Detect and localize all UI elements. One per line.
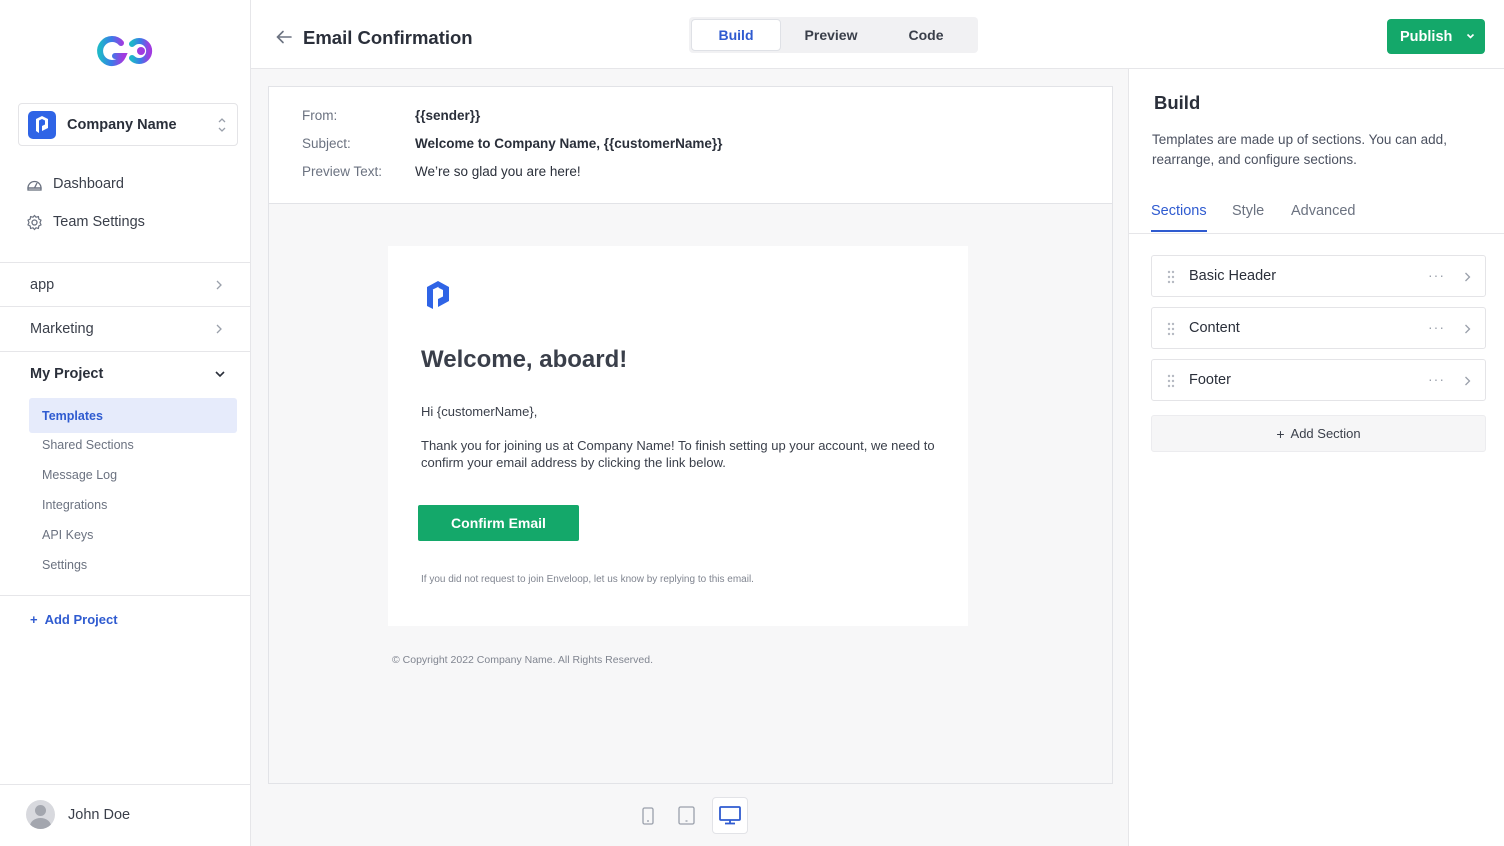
tab-advanced[interactable]: Advanced [1291,203,1356,230]
nav-dashboard[interactable]: Dashboard [26,172,145,196]
email-paragraph: Thank you for joining us at Company Name… [421,438,935,470]
preview-text-label: Preview Text: [302,164,383,179]
from-value: {{sender}} [415,108,481,123]
user-menu[interactable]: John Doe [26,800,130,829]
nav-dashboard-label: Dashboard [53,176,124,192]
drag-handle-icon[interactable] [1167,322,1175,336]
drag-handle-icon[interactable] [1167,270,1175,284]
tab-build[interactable]: Build [691,19,781,51]
gear-icon [27,214,42,230]
company-logo-icon [28,110,56,139]
updown-chevron-icon [218,118,226,132]
preview-text-row[interactable]: Preview Text: We’re so glad you are here… [302,164,581,179]
plus-icon: + [30,612,38,627]
plus-icon: + [1276,425,1285,442]
nav-message-log[interactable]: Message Log [29,460,237,490]
add-project-label: Add Project [44,612,118,627]
app-logo[interactable] [94,34,158,68]
email-note: If you did not request to join Enveloop,… [421,574,754,585]
chevron-down-icon [215,371,225,378]
confirm-email-button[interactable]: Confirm Email [418,505,579,541]
chevron-right-icon[interactable] [1464,375,1471,387]
add-project-button[interactable]: + Add Project [30,612,118,627]
user-name: John Doe [68,806,131,823]
group-marketing[interactable]: Marketing [0,307,250,351]
panel-title: Build [1154,92,1201,113]
from-row[interactable]: From: {{sender}} [302,108,480,123]
chevron-down-icon[interactable] [1466,33,1475,40]
nav-api-keys[interactable]: API Keys [29,520,237,550]
chevron-right-icon[interactable] [1464,271,1471,283]
nav-team-settings[interactable]: Team Settings [26,210,145,234]
group-my-project-label: My Project [30,366,104,382]
add-section-button[interactable]: + Add Section [1151,415,1486,452]
company-logo-icon [427,281,449,309]
tab-code[interactable]: Code [881,19,971,51]
email-copyright: © Copyright 2022 Company Name. All Right… [392,654,654,666]
panel-tabs: Sections Style Advanced [1129,202,1504,234]
build-panel: Build Templates are made up of sections.… [1128,69,1504,846]
tab-preview[interactable]: Preview [781,19,881,51]
top-bar: Email Confirmation Build Preview Code Pu… [251,0,1504,69]
more-icon[interactable]: ··· [1428,267,1445,283]
group-marketing-label: Marketing [30,321,94,337]
tablet-icon [677,806,695,825]
section-label: Basic Header [1189,268,1277,284]
email-body[interactable]: Welcome, aboard! Hi {customerName}, Than… [388,246,968,626]
group-my-project[interactable]: My Project [0,352,250,396]
nav-templates[interactable]: Templates [29,398,237,433]
publish-label: Publish [1400,28,1453,45]
section-footer[interactable]: Footer ··· [1151,359,1486,401]
nav-settings[interactable]: Settings [29,550,237,580]
company-switcher[interactable]: Company Name [18,103,238,146]
publish-button[interactable]: Publish [1387,19,1485,54]
company-name: Company Name [67,116,177,133]
tab-style[interactable]: Style [1232,203,1264,230]
back-arrow-icon[interactable] [275,28,293,46]
drag-handle-icon[interactable] [1167,374,1175,388]
section-basic-header[interactable]: Basic Header ··· [1151,255,1486,297]
nav-team-settings-label: Team Settings [53,214,145,230]
group-app-label: app [30,277,55,293]
email-meta: From: {{sender}} Subject: Welcome to Com… [269,87,1112,204]
subject-row[interactable]: Subject: Welcome to Company Name, {{cust… [302,136,722,151]
avatar [26,800,55,829]
more-icon[interactable]: ··· [1428,371,1445,387]
page-title: Email Confirmation [303,27,473,48]
email-canvas: From: {{sender}} Subject: Welcome to Com… [268,86,1113,784]
desktop-icon [719,806,741,825]
chevron-right-icon [216,280,222,290]
subject-value: Welcome to Company Name, {{customerName}… [415,136,723,151]
section-label: Footer [1189,372,1231,388]
section-content[interactable]: Content ··· [1151,307,1486,349]
chevron-right-icon [216,324,222,334]
section-label: Content [1189,320,1240,336]
mobile-view-button[interactable] [630,797,666,834]
email-greeting: Hi {customerName}, [421,404,538,419]
group-app[interactable]: app [0,263,250,307]
divider [0,784,250,785]
view-tabs: Build Preview Code [689,17,978,53]
from-label: From: [302,108,338,123]
tablet-view-button[interactable] [668,797,704,834]
add-section-label: Add Section [1290,426,1361,441]
divider [0,595,250,596]
desktop-view-button[interactable] [712,797,748,834]
mobile-icon [642,806,654,825]
panel-description: Templates are made up of sections. You c… [1152,132,1447,167]
more-icon[interactable]: ··· [1428,319,1445,335]
dashboard-icon [27,180,42,191]
sidebar: Company Name Dashboard Team Settings app [0,0,251,846]
email-heading: Welcome, aboard! [421,346,628,373]
chevron-right-icon[interactable] [1464,323,1471,335]
preview-text-value: We’re so glad you are here! [415,164,581,179]
tab-sections[interactable]: Sections [1151,203,1207,232]
subject-label: Subject: [302,136,351,151]
nav-integrations[interactable]: Integrations [29,490,237,520]
device-switcher [630,797,750,834]
nav-shared-sections[interactable]: Shared Sections [29,430,237,460]
